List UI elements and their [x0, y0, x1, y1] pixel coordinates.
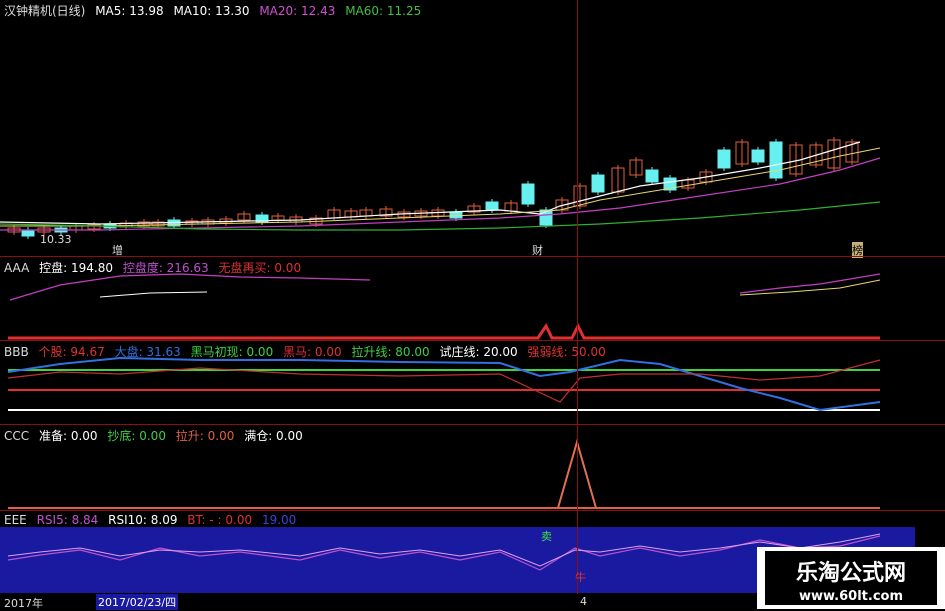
ccc-name: CCC	[4, 429, 30, 443]
bbb-test-line: 试庄线: 20.00	[439, 345, 518, 359]
watermark-title: 乐淘公式网	[795, 561, 906, 586]
eee-header: EEE RSI5: 8.84 RSI10: 8.09 BT: - : 0.00 …	[4, 513, 302, 527]
eee-level: 19.00	[261, 513, 297, 527]
ccc-prepare: 准备: 0.00	[38, 429, 98, 443]
aaa-no-buy-line	[8, 322, 880, 340]
candle-body-34	[591, 174, 605, 193]
candle-body-44	[769, 141, 783, 179]
bbb-stock-line	[7, 359, 881, 403]
ccc-full: 满仓: 0.00	[244, 429, 303, 443]
bull-signal: 牛	[575, 571, 586, 584]
aaa-control-degree: 控盘度: 216.63	[122, 261, 209, 275]
ccc-raise: 拉升: 0.00	[175, 429, 235, 443]
ccc-bottom: 抄底: 0.00	[107, 429, 166, 443]
candle-body-41	[717, 149, 731, 169]
sell-signal: 卖	[541, 530, 552, 543]
ccc-header: CCC 准备: 0.00 抄底: 0.00 拉升: 0.00 满仓: 0.00	[4, 427, 309, 444]
watermark-url: www.60lt.com	[798, 589, 904, 604]
candle-body-43	[751, 149, 765, 163]
aaa-degree-line	[9, 273, 371, 301]
axis-date[interactable]: 2017/02/23/四	[96, 594, 179, 610]
bbb-market: 大盘: 31.63	[114, 345, 181, 359]
separator-4	[0, 510, 945, 511]
eee-rsi5: RSI5: 8.84	[36, 513, 99, 527]
eee-bt: BT: - : 0.00	[187, 513, 253, 527]
candle-body-1	[21, 229, 35, 237]
ma5-line	[0, 141, 861, 225]
candle-body-30	[521, 183, 535, 205]
candle-body-37	[645, 169, 659, 183]
bbb-strength-line: 强弱线: 50.00	[527, 345, 606, 359]
aaa-control: 控盘: 194.80	[39, 261, 113, 275]
candle-body-28	[485, 201, 499, 211]
watermark-inner: 乐淘公式网 www.60lt.com	[765, 551, 937, 605]
watermark: 乐淘公式网 www.60lt.com	[757, 547, 945, 609]
bbb-header: BBB 个股: 94.67 大盘: 31.63 黑马初现: 0.00 黑马: 0…	[4, 343, 612, 360]
axis-tick: 4	[580, 595, 587, 608]
eee-rsi10: RSI10: 8.09	[108, 513, 178, 527]
bbb-dark-horse: 黑马: 0.00	[283, 345, 342, 359]
bbb-rise-line: 拉升线: 80.00	[351, 345, 430, 359]
bbb-dark-horse-init: 黑马初现: 0.00	[190, 345, 274, 359]
separator-3	[0, 424, 945, 425]
separator-2	[0, 340, 945, 341]
candle-body-26	[449, 211, 463, 219]
crosshair-vertical	[577, 0, 578, 609]
bbb-market-line	[7, 356, 881, 412]
aaa-header: AAA 控盘: 194.80 控盘度: 216.63 无盘再买: 0.00	[4, 259, 307, 276]
aaa-name: AAA	[4, 261, 30, 275]
candle-body-31	[539, 209, 553, 226]
bbb-stock: 个股: 94.67	[38, 345, 105, 359]
eee-name: EEE	[4, 513, 27, 527]
aaa-control-line-2	[739, 279, 881, 296]
aaa-no-buy: 无盘再买: 0.00	[218, 261, 302, 275]
aaa-control-line	[99, 291, 208, 298]
bbb-name: BBB	[4, 345, 29, 359]
ma20-line	[0, 157, 881, 231]
separator-1	[0, 256, 945, 257]
